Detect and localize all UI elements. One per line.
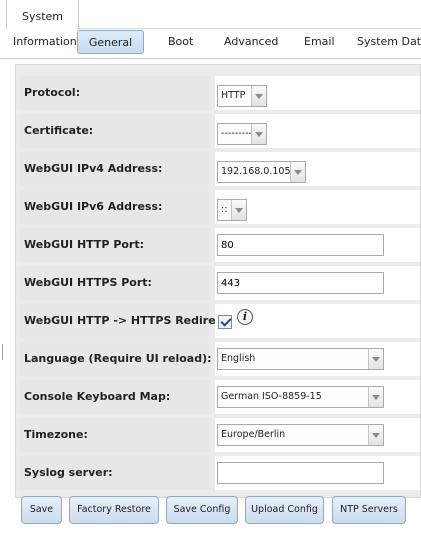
row-protocol: Protocol: HTTP — [20, 76, 420, 110]
resize-handle[interactable] — [2, 344, 3, 360]
syslog-input[interactable] — [217, 462, 384, 484]
subtab-general[interactable]: General — [77, 30, 144, 54]
timezone-label: Timezone: — [20, 418, 211, 452]
protocol-select[interactable]: HTTP — [217, 85, 267, 107]
row-syslog: Syslog server: — [20, 456, 420, 490]
chevron-down-icon — [290, 162, 305, 182]
row-language: Language (Require UI reload): English — [20, 342, 420, 376]
ipv6-select[interactable]: :: — [217, 199, 247, 221]
https-port-label: WebGUI HTTPS Port: — [20, 266, 211, 300]
keyboard-select[interactable]: German ISO-8859-15 — [217, 386, 384, 408]
tab-system[interactable]: System — [6, 0, 79, 30]
factory-restore-button[interactable]: Factory Restore — [69, 496, 159, 524]
protocol-value: HTTP — [221, 90, 246, 101]
language-cell: English — [215, 342, 420, 376]
redirect-checkbox[interactable] — [218, 315, 232, 329]
row-certificate: Certificate: --------- — [20, 114, 420, 148]
timezone-select[interactable]: Europe/Berlin — [217, 424, 384, 446]
syslog-cell — [215, 456, 420, 490]
keyboard-label: Console Keyboard Map: — [20, 380, 211, 414]
row-ipv6: WebGUI IPv6 Address: :: — [20, 190, 420, 224]
redirect-cell: i — [215, 304, 420, 338]
subtab-boot[interactable]: Boot — [168, 30, 193, 54]
chevron-down-icon — [368, 425, 383, 445]
row-ipv4: WebGUI IPv4 Address: 192.168.0.105 — [20, 152, 420, 186]
row-http-port: WebGUI HTTP Port: — [20, 228, 420, 262]
row-timezone: Timezone: Europe/Berlin — [20, 418, 420, 452]
http-port-label: WebGUI HTTP Port: — [20, 228, 211, 262]
info-icon[interactable]: i — [237, 309, 253, 325]
ipv4-select[interactable]: 192.168.0.105 — [217, 161, 306, 183]
language-value: English — [221, 353, 256, 364]
chevron-down-icon — [368, 387, 383, 407]
https-port-cell — [215, 266, 420, 300]
chevron-down-icon — [251, 124, 266, 144]
certificate-cell: --------- — [215, 114, 420, 148]
upload-config-button[interactable]: Upload Config — [245, 496, 324, 524]
http-port-cell — [215, 228, 420, 262]
ipv4-cell: 192.168.0.105 — [215, 152, 420, 186]
keyboard-cell: German ISO-8859-15 — [215, 380, 420, 414]
chevron-down-icon — [231, 200, 246, 220]
ipv4-label: WebGUI IPv4 Address: — [20, 152, 211, 186]
certificate-select[interactable]: --------- — [217, 123, 267, 145]
http-port-input[interactable] — [217, 234, 384, 256]
redirect-label: WebGUI HTTP -> HTTPS Redirect: — [20, 304, 232, 338]
subtab-advanced[interactable]: Advanced — [224, 30, 278, 54]
row-https-port: WebGUI HTTPS Port: — [20, 266, 420, 300]
protocol-label: Protocol: — [20, 76, 211, 110]
row-redirect: WebGUI HTTP -> HTTPS Redirect: i — [20, 304, 420, 338]
ipv6-value: :: — [221, 204, 228, 215]
language-label: Language (Require UI reload): — [20, 342, 212, 376]
language-select[interactable]: English — [217, 348, 384, 370]
ipv4-value: 192.168.0.105 — [221, 166, 291, 177]
subtab-email[interactable]: Email — [304, 30, 335, 54]
save-button[interactable]: Save — [21, 496, 62, 524]
timezone-value: Europe/Berlin — [221, 429, 286, 440]
timezone-cell: Europe/Berlin — [215, 418, 420, 452]
certificate-label: Certificate: — [20, 114, 211, 148]
chevron-down-icon — [368, 349, 383, 369]
row-keyboard: Console Keyboard Map: German ISO-8859-15 — [20, 380, 420, 414]
general-settings-form: Protocol: HTTP Certificate: --------- We… — [15, 64, 421, 498]
subtab-information[interactable]: Information — [13, 30, 77, 54]
save-config-button[interactable]: Save Config — [166, 496, 238, 524]
subtab-system-datasets[interactable]: System Datas — [357, 30, 421, 54]
subtab-bar: Information General Boot Advanced Email … — [0, 29, 421, 59]
protocol-cell: HTTP — [215, 76, 420, 110]
syslog-label: Syslog server: — [20, 456, 211, 490]
ipv6-label: WebGUI IPv6 Address: — [20, 190, 211, 224]
ipv6-cell: :: — [215, 190, 420, 224]
certificate-value: --------- — [221, 128, 252, 139]
keyboard-value: German ISO-8859-15 — [221, 391, 322, 402]
https-port-input[interactable] — [217, 272, 384, 294]
chevron-down-icon — [251, 86, 266, 106]
ntp-servers-button[interactable]: NTP Servers — [332, 496, 406, 524]
